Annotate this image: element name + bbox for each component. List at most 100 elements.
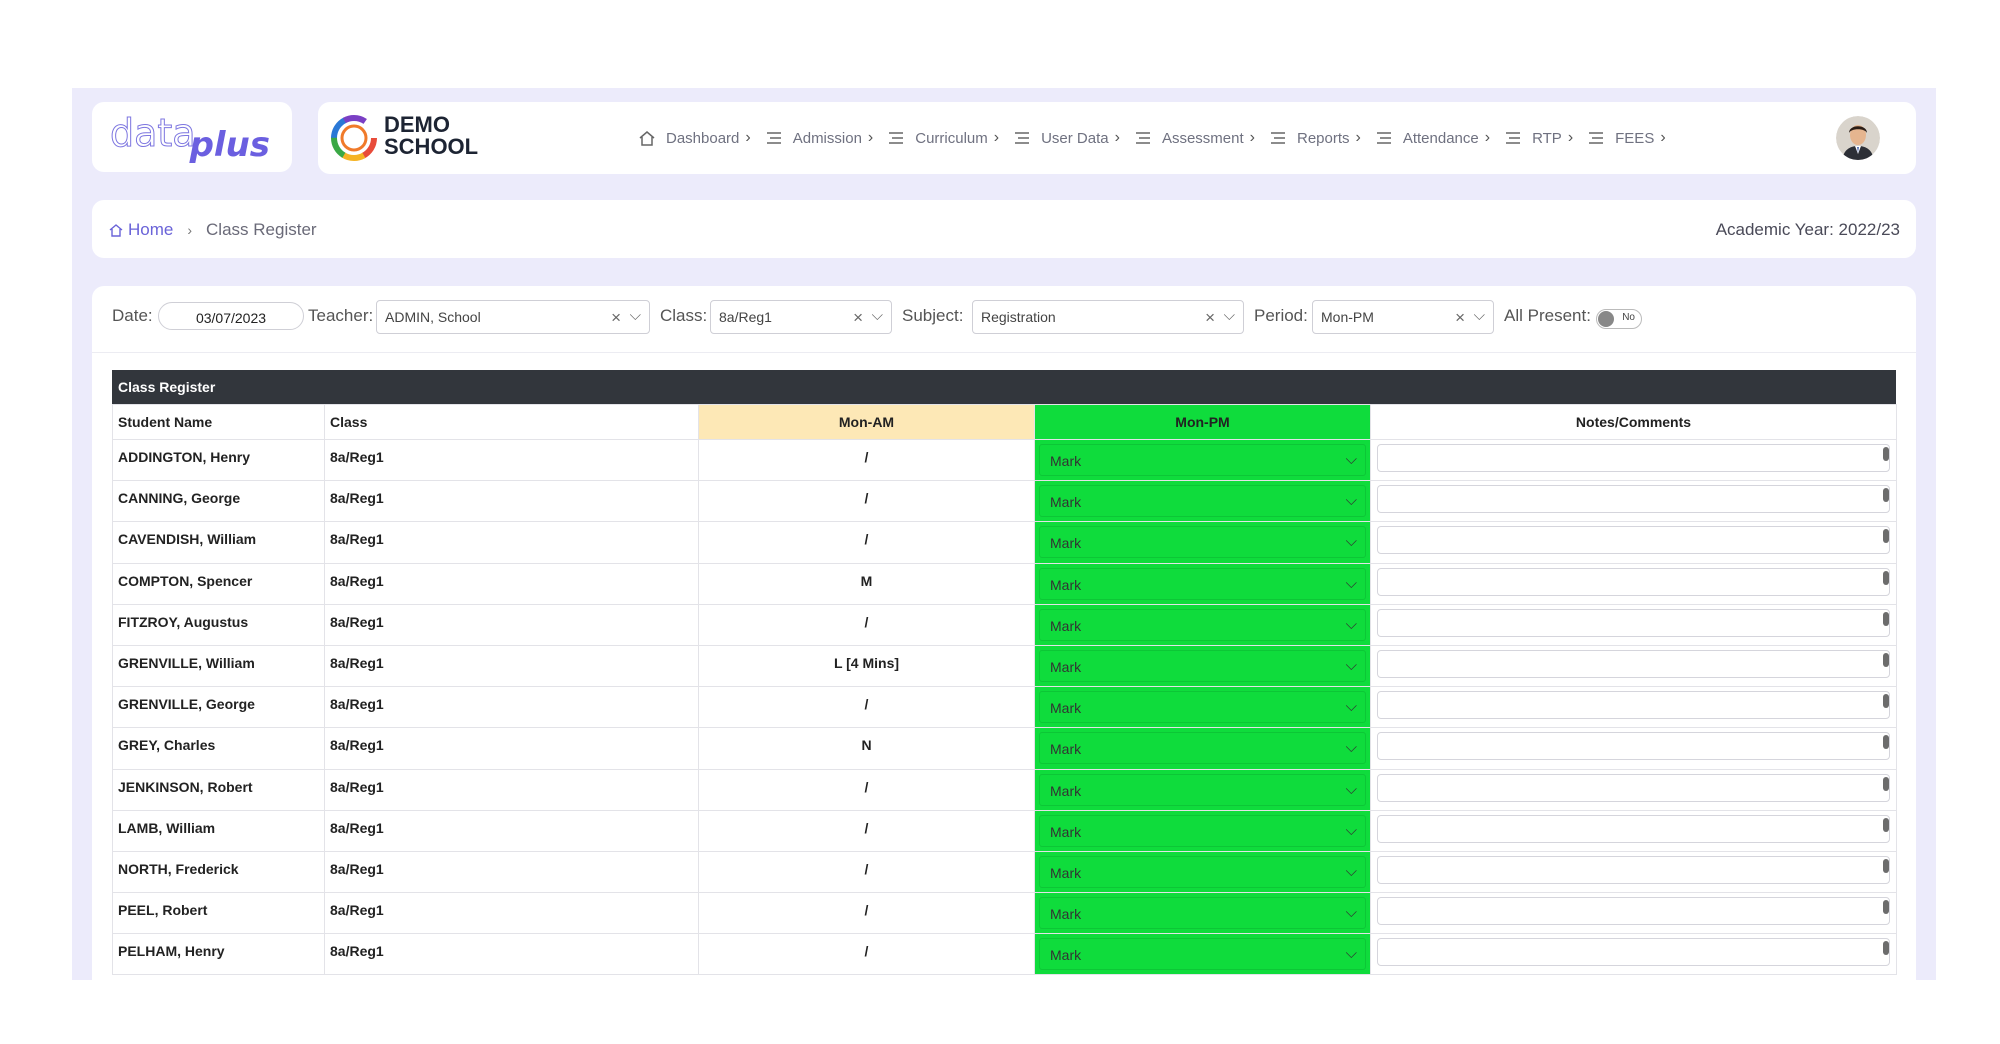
resize-handle-icon[interactable] [1883, 611, 1889, 626]
mark-select[interactable]: Mark ⌵ [1039, 938, 1366, 971]
clear-icon[interactable]: × [1205, 308, 1215, 328]
class-value: 8a/Reg1 [719, 309, 772, 325]
nav-fees[interactable]: FEES › [1587, 129, 1666, 147]
resize-handle-icon[interactable] [1883, 941, 1889, 956]
mon-pm-cell: Mark ⌵ [1034, 892, 1371, 935]
notes-input[interactable] [1377, 897, 1890, 926]
notes-input[interactable] [1377, 485, 1890, 514]
clear-icon[interactable]: × [853, 308, 863, 328]
chevron-down-icon[interactable]: ⌵ [1224, 307, 1235, 324]
school-name-line1: DEMO [384, 112, 450, 137]
user-avatar[interactable] [1836, 116, 1880, 160]
mon-pm-cell: Mark ⌵ [1034, 438, 1371, 482]
mark-select[interactable]: Mark ⌵ [1039, 526, 1366, 559]
mark-select[interactable]: Mark ⌵ [1039, 732, 1366, 765]
notes-cell [1370, 727, 1897, 770]
resize-handle-icon[interactable] [1883, 776, 1889, 791]
mon-am-mark: / [698, 809, 1035, 852]
nav-dashboard[interactable]: Dashboard › [638, 129, 751, 147]
menu-icon [1270, 132, 1285, 144]
mark-select[interactable]: Mark ⌵ [1039, 649, 1366, 682]
period-value: Mon-PM [1321, 309, 1374, 325]
nav-rtp[interactable]: RTP › [1504, 129, 1573, 147]
table-row: PEEL, Robert 8a/Reg1 / Mark ⌵ [112, 892, 1897, 935]
mon-am-mark: M [698, 562, 1035, 605]
chevron-down-icon[interactable]: ⌵ [1474, 307, 1485, 324]
mark-select[interactable]: Mark ⌵ [1039, 773, 1366, 806]
mark-select[interactable]: Mark ⌵ [1039, 691, 1366, 724]
mark-placeholder: Mark [1050, 576, 1082, 593]
chevron-right-icon: › [993, 129, 1000, 146]
notes-input[interactable] [1377, 444, 1890, 472]
nav-user-data[interactable]: User Data › [1013, 129, 1120, 147]
resize-handle-icon[interactable] [1883, 900, 1889, 915]
mark-select[interactable]: Mark ⌵ [1039, 855, 1366, 888]
mark-select[interactable]: Mark ⌵ [1039, 608, 1366, 641]
resize-handle-icon[interactable] [1883, 735, 1889, 750]
notes-cell [1370, 603, 1897, 646]
mark-select[interactable]: Mark ⌵ [1039, 567, 1366, 600]
nav-attendance[interactable]: Attendance › [1375, 129, 1490, 147]
subject-select[interactable]: Registration × ⌵ [972, 300, 1244, 334]
mark-select[interactable]: Mark ⌵ [1039, 485, 1366, 518]
top-header: DEMO SCHOOL Dashboard › Admission › Curric… [318, 102, 1916, 174]
chevron-right-icon: › [187, 222, 193, 238]
mark-select[interactable]: Mark ⌵ [1039, 814, 1366, 847]
notes-input[interactable] [1377, 649, 1890, 678]
menu-icon [1376, 132, 1391, 144]
notes-input[interactable] [1377, 567, 1890, 596]
notes-input[interactable] [1377, 773, 1890, 802]
dataplus-logo[interactable]: dataplus [92, 102, 292, 172]
notes-input[interactable] [1377, 526, 1890, 555]
mark-select[interactable]: Mark ⌵ [1039, 444, 1366, 476]
resize-handle-icon[interactable] [1883, 652, 1889, 667]
mon-am-mark: / [698, 850, 1035, 894]
nav-reports[interactable]: Reports › [1269, 129, 1361, 147]
period-select[interactable]: Mon-PM × ⌵ [1312, 300, 1494, 334]
resize-handle-icon[interactable] [1883, 488, 1889, 503]
resize-handle-icon[interactable] [1883, 858, 1889, 873]
menu-icon [1506, 132, 1521, 144]
table-row: NORTH, Frederick 8a/Reg1 / Mark ⌵ [112, 850, 1897, 894]
chevron-down-icon: ⌵ [1345, 656, 1357, 674]
resize-handle-icon[interactable] [1883, 529, 1889, 544]
notes-input[interactable] [1377, 691, 1890, 720]
mark-select[interactable]: Mark ⌵ [1039, 897, 1366, 930]
chevron-down-icon[interactable]: ⌵ [630, 307, 641, 324]
chevron-down-icon[interactable]: ⌵ [872, 307, 883, 324]
mon-am-mark: / [698, 768, 1035, 811]
notes-input[interactable] [1377, 814, 1890, 843]
notes-input[interactable] [1377, 855, 1890, 884]
school-name: DEMO SCHOOL [384, 114, 478, 158]
nav-curriculum[interactable]: Curriculum › [887, 129, 999, 147]
date-input[interactable]: 03/07/2023 [158, 302, 304, 330]
notes-input[interactable] [1377, 938, 1890, 967]
nav-assessment[interactable]: Assessment › [1134, 129, 1255, 147]
chevron-down-icon: ⌵ [1345, 739, 1357, 757]
breadcrumb-home-link[interactable]: Home [108, 220, 173, 240]
class-register-panel: Date: 03/07/2023 Teacher: ADMIN, School … [92, 286, 1916, 980]
menu-icon [1015, 132, 1030, 144]
clear-icon[interactable]: × [1455, 308, 1465, 328]
class-select[interactable]: 8a/Reg1 × ⌵ [710, 300, 892, 334]
all-present-toggle[interactable]: No [1596, 309, 1642, 329]
chevron-right-icon: › [1355, 129, 1361, 146]
student-class: 8a/Reg1 [324, 850, 699, 894]
notes-cell [1370, 562, 1897, 605]
resize-handle-icon[interactable] [1883, 570, 1889, 585]
notes-input[interactable] [1377, 608, 1890, 637]
student-class: 8a/Reg1 [324, 809, 699, 852]
teacher-select[interactable]: ADMIN, School × ⌵ [376, 300, 650, 334]
nav-label: Assessment [1161, 129, 1244, 147]
nav-admission[interactable]: Admission › [765, 129, 873, 147]
resize-handle-icon[interactable] [1883, 694, 1889, 709]
clear-icon[interactable]: × [611, 308, 621, 328]
resize-handle-icon[interactable] [1883, 817, 1889, 832]
menu-icon [766, 132, 781, 144]
resize-handle-icon[interactable] [1883, 447, 1889, 461]
student-class: 8a/Reg1 [324, 644, 699, 688]
column-header-student: Student Name [112, 404, 325, 440]
notes-cell [1370, 686, 1897, 729]
notes-input[interactable] [1377, 732, 1890, 761]
student-name: GRENVILLE, William [112, 644, 325, 688]
